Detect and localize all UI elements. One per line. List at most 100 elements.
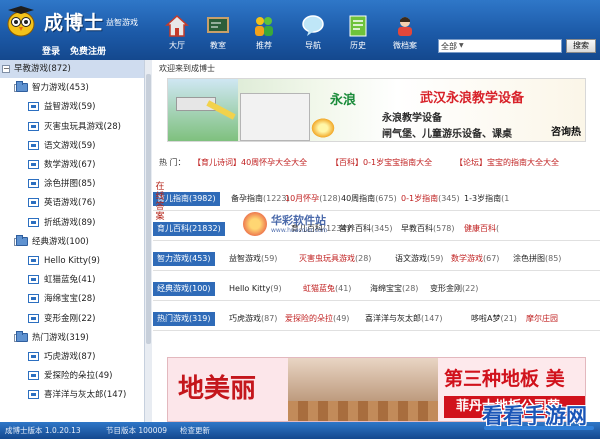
category-link-count: (59) [261,254,278,263]
category-link[interactable]: 哆啦A梦(21) [471,313,517,325]
main-content: 欢迎来到成博士 永浪 武汉永浪教学设备 永浪教学设备 闸气堡、儿童游乐设备、课桌… [153,60,600,422]
game-icon [28,121,39,131]
sidebar-item-label: 热门游戏(319) [32,332,89,343]
category-link[interactable]: 数学游戏(67) [451,253,499,265]
banner-consult: 咨询热 [551,127,581,138]
search-button[interactable]: 搜索 [566,39,596,53]
watermark-text: 华彩软件站 [271,214,326,227]
sidebar-folder-item[interactable]: − 早教游戏(872) [0,60,144,78]
hot-link[interactable]: 【育儿诗词】40周怀孕大全大全 [193,157,307,168]
category-link[interactable]: 喜洋洋与灰太郎(147) [365,313,443,325]
category-link[interactable]: Hello Kitty(9) [229,283,282,295]
sidebar-item-label: 折纸游戏(89) [44,217,96,228]
sidebar-item-label: 巧虎游戏(87) [44,352,96,362]
nav-profile[interactable]: 微档案 [385,14,425,56]
category-link[interactable]: 语文游戏(59) [395,253,443,265]
category-link[interactable]: 1-3岁指南(1 [464,193,509,205]
nav-navigation[interactable]: 导航 [293,14,333,56]
category-row: 经典游戏(100) Hello Kitty(9) 虹猫蓝兔(41) 海绵宝宝(28) 变… [153,280,600,301]
category-link[interactable]: 益智游戏(59) [229,253,277,265]
watermark-logo-icon [243,212,267,236]
category-link[interactable]: 爱探险的朵拉(49) [285,313,349,325]
banner-line-2: 闸气堡、儿童游乐设备、课桌 [382,129,512,140]
collapse-icon[interactable]: − [2,65,10,73]
category-link-name: 健康百科 [464,224,496,233]
sidebar-item-label: 虹猫蓝兔(41) [44,275,96,286]
category-link[interactable]: 涂色拼图(85) [513,253,561,265]
category-link[interactable]: 早教百科(578) [401,223,455,235]
category-link[interactable]: 变形金刚(22) [430,283,478,295]
floor-room-image [288,358,438,421]
category-link-name: 40周指南 [341,194,376,203]
sidebar-scrollbar[interactable] [144,60,152,422]
category-link-count: (9) [270,284,282,293]
nav-history[interactable]: 历史 [338,14,378,56]
nav-profile-label: 微档案 [393,41,417,50]
category-link[interactable]: 海绵宝宝(28) [370,283,418,295]
scrollbar-thumb[interactable] [146,74,151,344]
hot-link[interactable]: 【百科】0-1岁宝宝指南大全 [331,157,432,168]
sidebar-item-label: 智力游戏(453) [32,83,89,94]
ad-banner[interactable]: 永浪 武汉永浪教学设备 永浪教学设备 闸气堡、儿童游乐设备、课桌 咨询热 [167,78,586,142]
status-node-version: 节目版本 100009 [106,426,168,435]
hot-link[interactable]: 【论坛】宝宝的指南大全大全 [455,157,559,168]
nav-recommend[interactable]: 推荐 [244,14,284,56]
game-icon [28,160,39,169]
flower-icon [310,117,336,139]
sidebar-item-label: 灭害虫玩具游戏(28) [44,121,121,132]
category-link[interactable]: 健康百科( [464,223,499,235]
nav-classroom-label: 教室 [210,41,226,50]
search-box[interactable]: 全部 ▼ [438,39,562,53]
app-title: 成博士 [44,12,105,34]
sidebar-item-label: 涂色拼图(85) [44,179,96,190]
nav-classroom[interactable]: 教室 [198,14,238,56]
category-tag[interactable]: 育儿百科(21832) [153,222,225,236]
category-link[interactable]: 摩尔庄园 [526,313,558,325]
search-scope-select[interactable]: 全部 [441,41,457,52]
category-link[interactable]: 虹猫蓝兔(41) [303,283,351,295]
category-link-count: (28) [402,284,419,293]
sidebar-item-label: 益智游戏(59) [44,102,96,113]
chevron-down-icon[interactable]: ▼ [459,42,464,49]
login-link[interactable]: 登录 [42,44,60,57]
sidebar-item-label: 英语游戏(76) [44,198,96,209]
category-link[interactable]: 巧虎游戏(87) [229,313,277,325]
site-watermark: 华彩软件站 www.huacolor.com [243,210,353,240]
banner-line-1: 永浪教学设备 [382,113,442,124]
sidebar-item-label: 数学游戏(67) [44,160,96,170]
category-link[interactable]: 40周指南(675) [341,193,397,205]
category-link[interactable]: 灭害虫玩具游戏(28) [299,253,371,265]
category-link-count: (87) [261,314,278,323]
game-icon [28,294,39,304]
divider [153,210,600,211]
category-row: 育儿指南(3982) 备孕指南(1223) 10月怀孕(128) 40周指南(675)… [153,190,600,211]
banner-logo-text: 永浪 [330,93,357,108]
category-link-name: 海绵宝宝 [370,284,402,293]
hot-links-row: 热 门： 【育儿诗词】40周怀孕大全大全 【百科】0-1岁宝宝指南大全 【论坛】… [159,157,599,171]
category-link-count: (345) [371,224,393,233]
category-link-count: (85) [545,254,562,263]
blackboard-icon [207,17,229,33]
category-tag[interactable]: 经典游戏(100) [153,282,215,296]
sidebar-item-label: Hello Kitty(9) [44,256,100,266]
nav-recommend-label: 推荐 [256,41,272,50]
category-link-name: 巧虎游戏 [229,314,261,323]
banner-headline: 武汉永浪教学设备 [420,91,525,106]
vertical-tab[interactable]: 在线答案 [153,182,167,224]
category-link-count: (49) [333,314,350,323]
profile-icon [398,17,412,36]
hot-label: 热 门： [159,158,186,167]
category-tag[interactable]: 热门游戏(319) [153,312,215,326]
check-update-link[interactable]: 检查更新 [180,422,210,439]
category-link-count: (578) [433,224,455,233]
category-tag[interactable]: 智力游戏(453) [153,252,215,266]
category-link-name: 备孕指南 [231,194,263,203]
category-row: 热门游戏(319) 巧虎游戏(87) 爱探险的朵拉(49) 喜洋洋与灰太郎(147) 哆… [153,310,600,331]
floor-ad-right-text: 第三种地板 美 [444,368,565,390]
nav-lobby[interactable]: 大厅 [157,14,197,56]
register-link[interactable]: 免费注册 [70,44,106,57]
category-link[interactable]: 备孕指南(1223) [231,193,290,205]
category-link-name: 1-3岁指南 [464,194,502,203]
category-link[interactable]: 0-1岁指南(345) [401,193,460,205]
category-link[interactable]: 10月怀孕(128) [285,193,341,205]
